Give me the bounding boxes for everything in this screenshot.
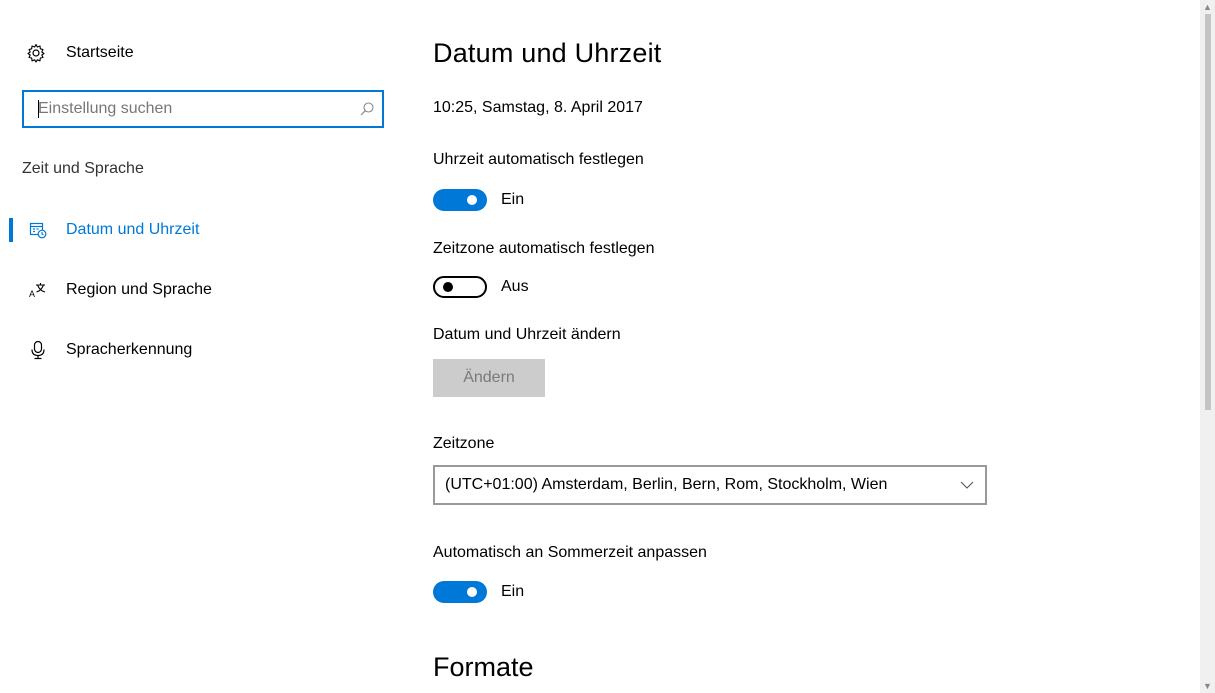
formats-heading: Formate — [433, 652, 534, 682]
auto-time-label: Uhrzeit automatisch festlegen — [433, 151, 644, 168]
scroll-down-icon[interactable]: ▼ — [1200, 679, 1215, 693]
sidebar-item-date-time[interactable]: Datum und Uhrzeit — [0, 212, 390, 248]
timezone-value: (UTC+01:00) Amsterdam, Berlin, Bern, Rom… — [445, 476, 888, 493]
change-button[interactable]: Ändern — [433, 359, 545, 397]
dst-label: Automatisch an Sommerzeit anpassen — [433, 544, 707, 561]
search-box[interactable] — [22, 90, 384, 128]
active-indicator — [9, 218, 13, 242]
auto-time-toggle[interactable] — [433, 189, 487, 211]
language-icon: A — [27, 279, 49, 301]
auto-timezone-toggle[interactable] — [433, 276, 487, 298]
change-datetime-label: Datum und Uhrzeit ändern — [433, 326, 621, 343]
search-icon[interactable] — [352, 92, 382, 126]
main-content: Datum und Uhrzeit 10:25, Samstag, 8. Apr… — [433, 0, 1173, 693]
auto-time-state: Ein — [501, 191, 525, 208]
sidebar-item-speech[interactable]: Spracherkennung — [0, 332, 390, 368]
gear-icon — [25, 42, 47, 64]
microphone-icon — [27, 339, 49, 361]
sidebar-item-label: Region und Sprache — [66, 281, 212, 298]
dst-row: Ein — [433, 580, 524, 604]
toggle-knob — [467, 195, 477, 205]
auto-time-row: Ein — [433, 188, 524, 212]
page-title: Datum und Uhrzeit — [433, 38, 662, 68]
dst-toggle[interactable] — [433, 581, 487, 603]
timezone-label: Zeitzone — [433, 435, 495, 452]
chevron-down-icon — [959, 477, 975, 493]
sidebar-section-title: Zeit und Sprache — [22, 160, 144, 177]
auto-timezone-state: Aus — [501, 278, 529, 295]
svg-text:A: A — [29, 289, 35, 299]
timezone-dropdown[interactable]: (UTC+01:00) Amsterdam, Berlin, Bern, Rom… — [433, 465, 987, 505]
home-link[interactable]: Startseite — [25, 38, 134, 68]
toggle-knob — [467, 587, 477, 597]
home-label: Startseite — [66, 44, 134, 61]
dst-state: Ein — [501, 583, 525, 600]
auto-timezone-row: Aus — [433, 275, 529, 299]
vertical-scrollbar[interactable]: ▲ ▼ — [1200, 0, 1215, 693]
sidebar-item-region-language[interactable]: A Region und Sprache — [0, 272, 390, 308]
scroll-up-icon[interactable]: ▲ — [1200, 0, 1215, 14]
search-input[interactable] — [24, 92, 352, 126]
text-caret — [38, 100, 39, 118]
toggle-knob — [443, 282, 453, 292]
sidebar: Startseite Zeit und Sprache Datum u — [0, 0, 400, 693]
scrollbar-thumb[interactable] — [1205, 14, 1211, 410]
current-datetime: 10:25, Samstag, 8. April 2017 — [433, 99, 643, 116]
calendar-clock-icon — [27, 219, 49, 241]
sidebar-item-label: Spracherkennung — [66, 341, 193, 358]
auto-timezone-label: Zeitzone automatisch festlegen — [433, 240, 655, 257]
sidebar-item-label: Datum und Uhrzeit — [66, 221, 200, 238]
